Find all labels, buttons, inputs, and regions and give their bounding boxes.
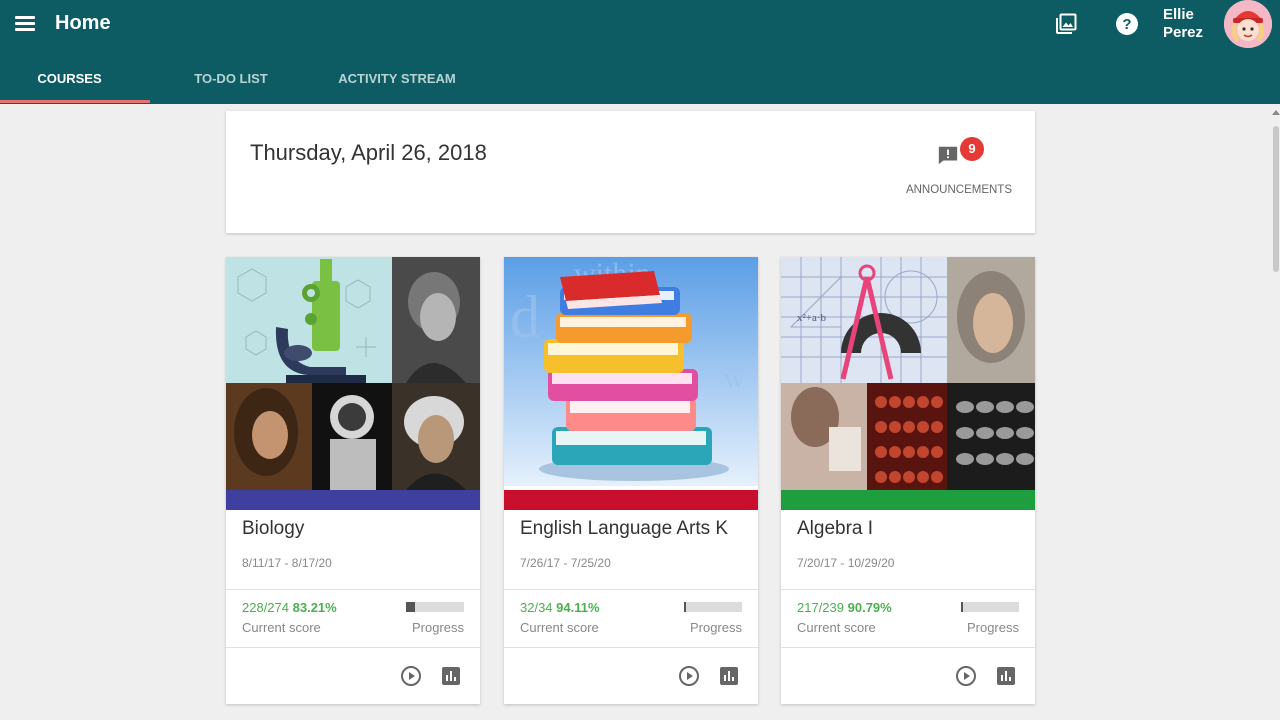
scrollbar[interactable] <box>1270 104 1280 720</box>
menu-icon[interactable] <box>12 11 38 37</box>
tab-activity-stream[interactable]: ACTIVITY STREAM <box>322 58 472 104</box>
user-name[interactable]: Ellie Perez <box>1163 6 1213 42</box>
course-title[interactable]: English Language Arts K <box>520 518 728 540</box>
scroll-thumb[interactable] <box>1273 126 1279 272</box>
score-percent: 94.11% <box>556 600 600 615</box>
divider <box>504 589 758 590</box>
tab-todo-list[interactable]: TO-DO LIST <box>162 58 300 104</box>
date-card: Thursday, April 26, 2018 9 ANNOUNCEMENTS <box>226 111 1035 233</box>
course-card-algebra[interactable]: x²+a·b Algebra I 7/20/17 - 10/29/20 217/… <box>781 257 1035 704</box>
progress-fill <box>406 602 415 612</box>
announcement-icon <box>938 146 958 165</box>
current-date: Thursday, April 26, 2018 <box>250 140 487 165</box>
score-label: Current score <box>797 620 876 635</box>
progress-fill <box>684 602 686 612</box>
app-bar: Home ? Ellie Perez COURSES TO-DO LIST AC… <box>0 0 1280 104</box>
divider <box>226 647 480 648</box>
score-percent: 90.79% <box>847 600 892 615</box>
help-icon[interactable]: ? <box>1115 12 1139 36</box>
score-percent: 83.21% <box>292 600 337 615</box>
progress-label: Progress <box>689 620 742 635</box>
score-label: Current score <box>520 620 599 635</box>
course-color-bar <box>504 490 758 510</box>
progress-bar <box>684 602 742 612</box>
tab-courses[interactable]: COURSES <box>0 58 139 104</box>
course-image-algebra: x²+a·b <box>781 257 1035 490</box>
score-points: 228/274 <box>242 600 289 615</box>
progress-bar <box>961 602 1019 612</box>
scroll-up-arrow-icon[interactable] <box>1272 110 1280 115</box>
score-value: 217/239 90.79% <box>797 600 892 615</box>
stats-icon[interactable] <box>995 665 1017 687</box>
stats-icon[interactable] <box>440 665 462 687</box>
progress-bar <box>406 602 464 612</box>
score-label: Current score <box>242 620 321 635</box>
course-card-biology[interactable]: Biology 8/11/17 - 8/17/20 228/274 83.21%… <box>226 257 480 704</box>
score-points: 217/239 <box>797 600 844 615</box>
course-image-english: within d w <box>504 257 758 490</box>
course-color-bar <box>226 490 480 510</box>
course-title[interactable]: Biology <box>242 518 304 540</box>
svg-text:x²+a·b: x²+a·b <box>797 312 827 324</box>
play-icon[interactable] <box>955 665 977 687</box>
svg-text:w: w <box>724 363 745 394</box>
course-title[interactable]: Algebra I <box>797 518 873 540</box>
page-title: Home <box>55 12 111 34</box>
gallery-icon[interactable] <box>1054 12 1078 36</box>
progress-label: Progress <box>411 620 464 635</box>
svg-text:d: d <box>510 284 540 350</box>
avatar-image <box>1224 0 1272 48</box>
user-last-name: Perez <box>1163 24 1204 41</box>
stats-icon[interactable] <box>718 665 740 687</box>
svg-text:?: ? <box>1122 16 1131 33</box>
divider <box>781 647 1035 648</box>
announcements-button[interactable]: 9 ANNOUNCEMENTS <box>886 137 1026 203</box>
course-dates: 7/26/17 - 7/25/20 <box>520 556 611 570</box>
announcements-count-badge: 9 <box>960 137 984 161</box>
active-tab-indicator <box>0 100 150 103</box>
progress-fill <box>961 602 963 612</box>
score-value: 32/34 94.11% <box>520 600 600 615</box>
play-icon[interactable] <box>400 665 422 687</box>
divider <box>504 647 758 648</box>
play-icon[interactable] <box>678 665 700 687</box>
avatar[interactable] <box>1224 0 1272 48</box>
course-color-bar <box>781 490 1035 510</box>
course-dates: 8/11/17 - 8/17/20 <box>242 556 332 570</box>
score-points: 32/34 <box>520 600 553 615</box>
divider <box>781 589 1035 590</box>
course-image-biology <box>226 257 480 490</box>
course-dates: 7/20/17 - 10/29/20 <box>797 556 895 570</box>
divider <box>226 589 480 590</box>
progress-label: Progress <box>966 620 1019 635</box>
course-card-english[interactable]: within d w English Language Arts K 7/26/17… <box>504 257 758 704</box>
score-value: 228/274 83.21% <box>242 600 337 615</box>
announcements-label: ANNOUNCEMENTS <box>905 184 1012 196</box>
user-first-name: Ellie <box>1163 6 1194 23</box>
